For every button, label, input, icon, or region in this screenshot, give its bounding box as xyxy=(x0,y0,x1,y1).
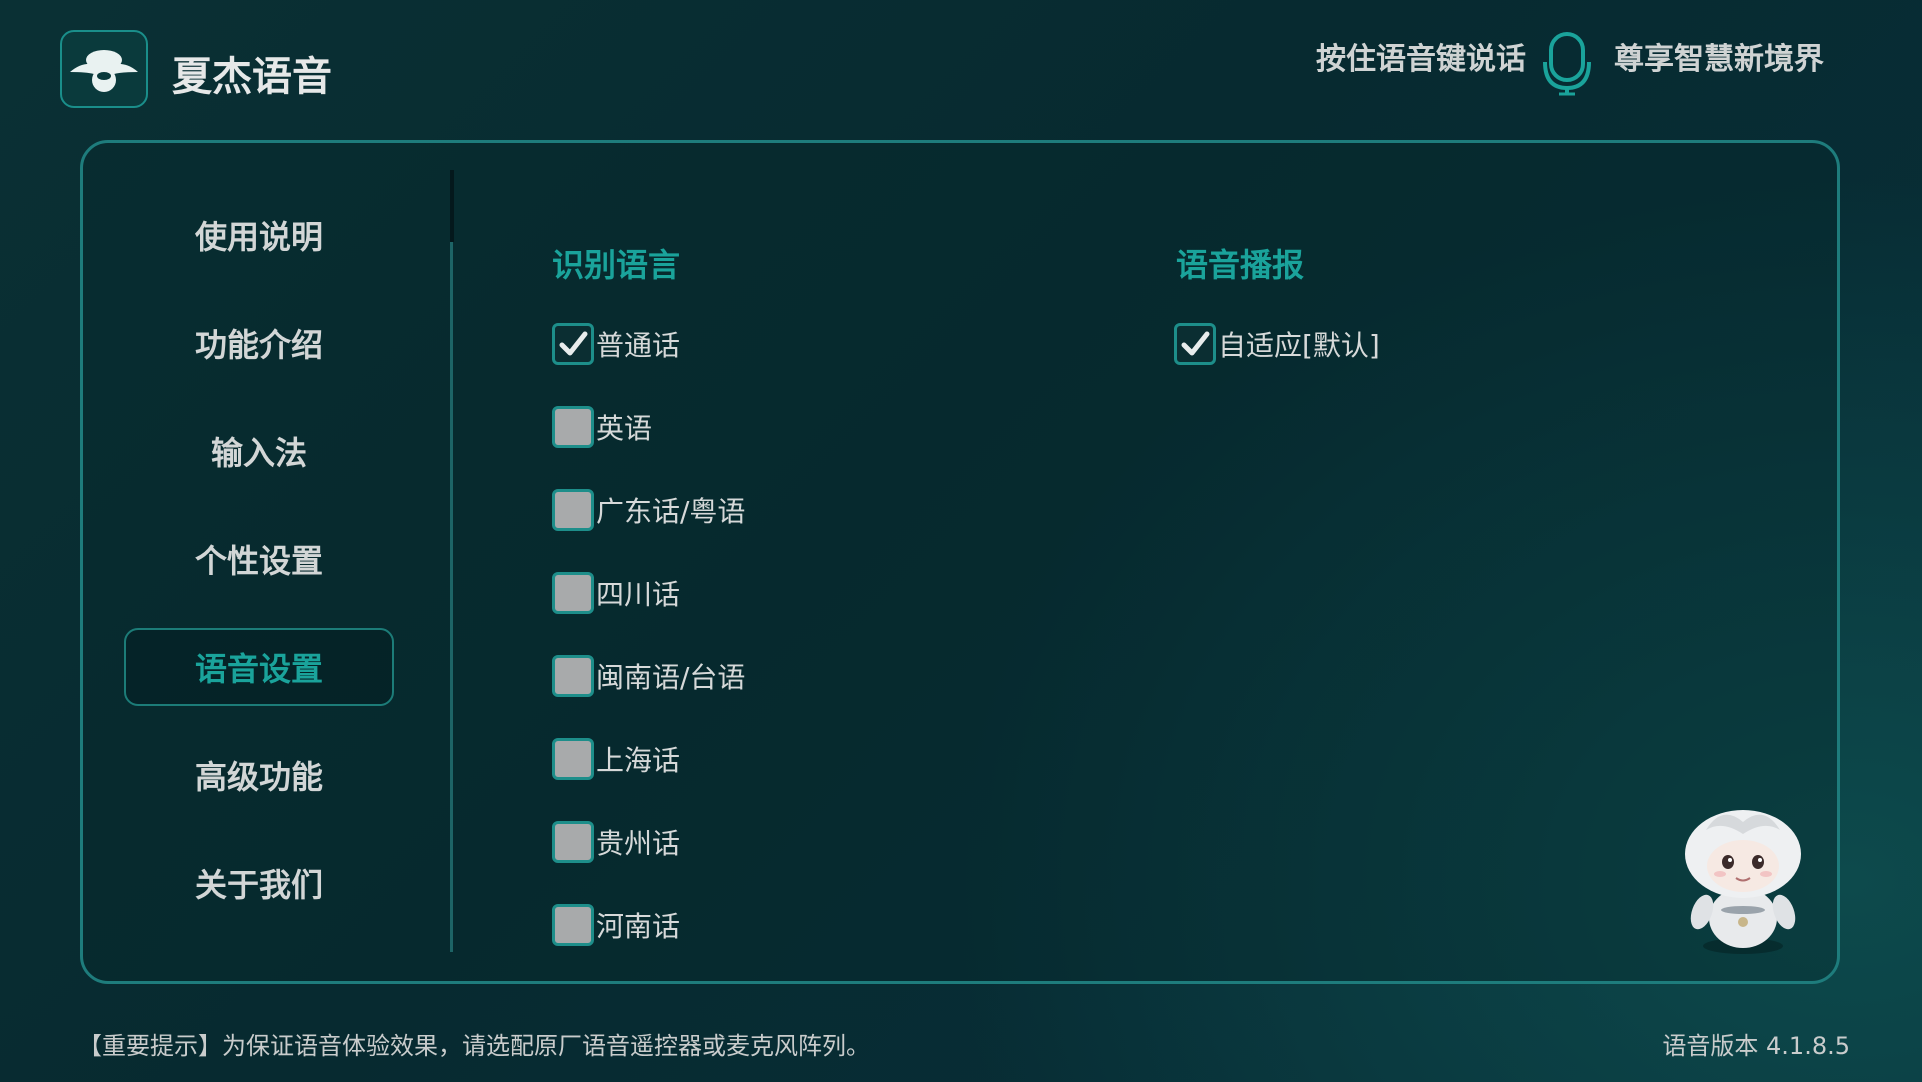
microphone-icon xyxy=(1540,30,1594,100)
option-guizhou[interactable]: 贵州话 xyxy=(552,818,680,866)
checkbox-checked[interactable] xyxy=(552,323,594,365)
option-label: 普通话 xyxy=(596,329,681,362)
checkbox-unchecked[interactable] xyxy=(552,406,594,448)
sidebar-item-voice-settings[interactable]: 语音设置 xyxy=(124,628,394,706)
recognition-language-title: 识别语言 xyxy=(552,246,681,284)
option-label: 贵州话 xyxy=(596,827,681,860)
sidebar-item-input-method[interactable]: 输入法 xyxy=(124,412,394,490)
sidebar-item-about[interactable]: 关于我们 xyxy=(124,844,394,922)
sidebar-item-features[interactable]: 功能介绍 xyxy=(124,304,394,382)
option-label: 上海话 xyxy=(596,744,681,777)
option-sichuanese[interactable]: 四川话 xyxy=(552,569,680,617)
checkbox-unchecked[interactable] xyxy=(552,655,594,697)
option-label: 四川话 xyxy=(596,578,681,611)
sidebar-divider xyxy=(450,170,453,952)
option-label: 英语 xyxy=(596,412,653,445)
voice-broadcast-title: 语音播报 xyxy=(1176,246,1305,284)
option-label: 自适应[默认] xyxy=(1218,329,1380,362)
option-english[interactable]: 英语 xyxy=(552,403,652,451)
checkbox-unchecked[interactable] xyxy=(552,821,594,863)
version-label: 语音版本 4.1.8.5 xyxy=(1662,1032,1850,1060)
sidebar-item-personalization[interactable]: 个性设置 xyxy=(124,520,394,598)
option-cantonese[interactable]: 广东话/粤语 xyxy=(552,486,745,534)
app-title: 夏杰语音 xyxy=(172,54,332,100)
sidebar-item-instructions[interactable]: 使用说明 xyxy=(124,196,394,274)
checkmark-icon xyxy=(559,331,588,356)
slogan-text: 尊享智慧新境界 xyxy=(1614,42,1824,77)
option-label: 河南话 xyxy=(596,910,681,943)
voice-key-hint: 按住语音键说话 xyxy=(1316,42,1526,77)
checkbox-unchecked[interactable] xyxy=(552,904,594,946)
checkbox-checked[interactable] xyxy=(1174,323,1216,365)
robot-mascot-icon xyxy=(1676,800,1810,964)
important-notice: 【重要提示】为保证语音体验效果，请选配原厂语音遥控器或麦克风阵列。 xyxy=(78,1032,870,1060)
option-label: 广东话/粤语 xyxy=(596,495,746,528)
option-shanghainese[interactable]: 上海话 xyxy=(552,735,680,783)
option-henan[interactable]: 河南话 xyxy=(552,901,680,949)
option-label: 闽南语/台语 xyxy=(596,661,746,694)
sidebar-item-advanced[interactable]: 高级功能 xyxy=(124,736,394,814)
checkbox-unchecked[interactable] xyxy=(552,738,594,780)
checkbox-unchecked[interactable] xyxy=(552,489,594,531)
option-minnan[interactable]: 闽南语/台语 xyxy=(552,652,745,700)
option-adaptive[interactable]: 自适应[默认] xyxy=(1174,320,1380,368)
checkbox-unchecked[interactable] xyxy=(552,572,594,614)
scroll-indicator xyxy=(450,170,454,242)
option-mandarin[interactable]: 普通话 xyxy=(552,320,680,368)
app-logo-icon xyxy=(60,30,148,108)
checkmark-icon xyxy=(1181,331,1210,356)
